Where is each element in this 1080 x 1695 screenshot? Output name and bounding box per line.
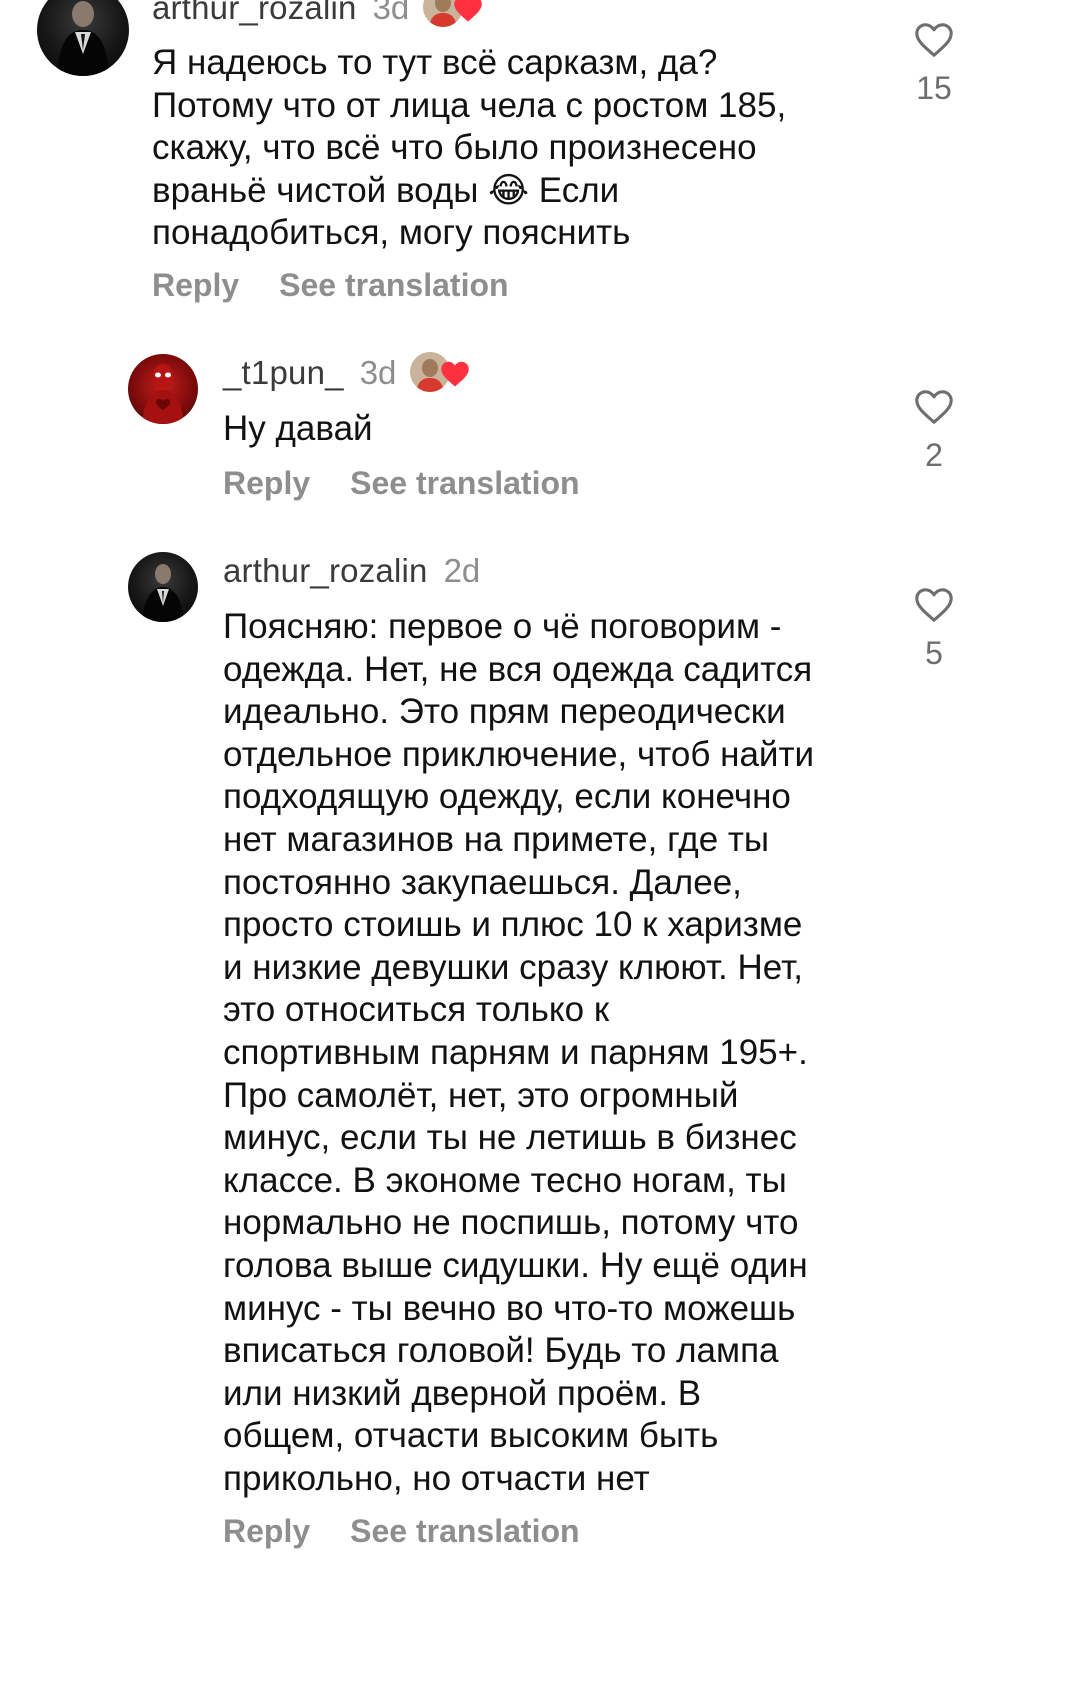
user-avatar[interactable] [128,354,198,424]
user-avatar[interactable] [37,0,129,76]
reply-button[interactable]: Reply [223,465,310,502]
see-translation-button[interactable]: See translation [279,267,508,304]
like-count: 2 [925,437,943,473]
comment-text: Ну давай [223,409,373,448]
liked-by-creator-badge [410,352,474,394]
heart-outline-icon[interactable] [914,587,954,623]
heart-filled-icon [454,0,483,22]
username[interactable]: arthur_rozalin [152,0,357,27]
username[interactable]: arthur_rozalin [223,552,428,590]
comment-actions: Reply See translation [223,1509,580,1553]
masked-hero-icon [142,364,184,424]
comment-meta: arthur_rozalin 3d [152,0,487,30]
liked-by-creator-badge [423,0,487,29]
like-count: 5 [925,635,943,671]
comment-actions: Reply See translation [152,263,509,307]
comment-text: Я надеюсь то тут всё сарказм, да? Потому… [152,43,787,253]
timestamp: 2d [443,552,481,589]
like-control: 15 [894,22,974,107]
username[interactable]: _t1pun_ [223,354,344,392]
timestamp: 3d [359,354,397,391]
person-silhouette-icon [142,564,184,622]
reply-button[interactable]: Reply [152,267,239,304]
reply-button[interactable]: Reply [223,1513,310,1550]
heart-outline-icon[interactable] [914,22,954,58]
comment-meta: _t1pun_ 3d [223,351,474,395]
user-avatar[interactable] [128,552,198,622]
timestamp: 3d [372,0,410,26]
comment-meta: arthur_rozalin 2d [223,549,480,593]
heart-filled-icon [441,361,470,387]
like-control: 2 [894,389,974,474]
comment-actions: Reply See translation [223,461,580,505]
like-count: 15 [916,70,952,106]
person-silhouette-icon [57,1,109,76]
like-control: 5 [894,587,974,672]
see-translation-button[interactable]: See translation [350,465,579,502]
comment-text: Поясняю: первое о чё поговорим - одежда.… [223,607,815,1498]
see-translation-button[interactable]: See translation [350,1513,579,1550]
heart-outline-icon[interactable] [914,389,954,425]
